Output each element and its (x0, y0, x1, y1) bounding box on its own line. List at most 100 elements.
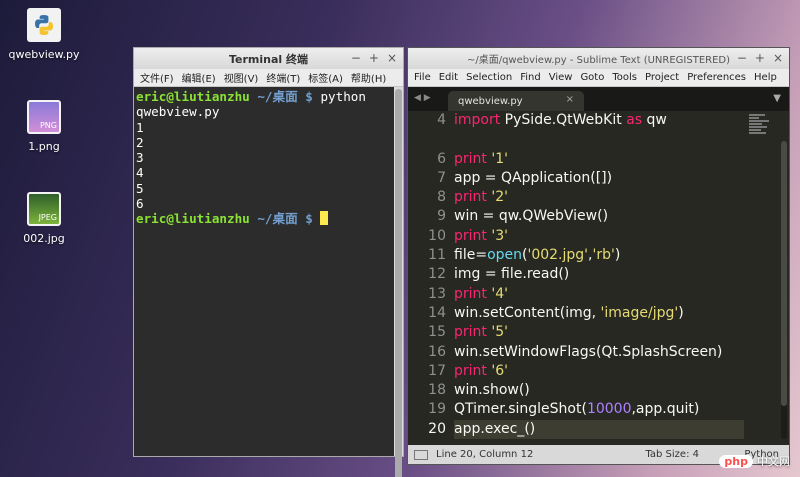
code-line: QTimer.singleShot(10000,app.quit) (454, 401, 700, 418)
desktop-icon-label: 002.jpg (23, 232, 65, 245)
code-line: win.setContent(img, 'image/jpg') (454, 304, 684, 321)
scrollbar-thumb[interactable] (781, 141, 787, 406)
terminal-line: eric@liutianzhu ~/桌面 $ python (136, 89, 366, 104)
desktop-icon-label: 1.png (28, 140, 60, 153)
desktop-icon-label: qwebview.py (8, 48, 80, 61)
line-number: 16 (428, 343, 446, 360)
line-number: 10 (428, 227, 446, 244)
menu-view[interactable]: 视图(V) (224, 70, 259, 85)
line-number-gutter: 4 6 7 8 9 10 11 12 13 14 15 16 17 18 19 … (408, 111, 448, 445)
terminal-line: 1 (136, 119, 144, 135)
terminal-scrollbar[interactable] (394, 87, 403, 477)
code-line: win = qw.QWebView() (454, 208, 609, 225)
desktop-icon-qwebview[interactable]: qwebview.py (0, 8, 89, 61)
tab-qwebview[interactable]: qwebview.py × (448, 91, 584, 111)
terminal-line: qwebview.py (136, 104, 220, 120)
watermark-text: 中文网 (757, 455, 790, 468)
code-line: print '6' (454, 362, 508, 379)
menu-selection[interactable]: Selection (466, 72, 512, 83)
code-line: img = file.read() (454, 266, 570, 283)
line-number: 14 (428, 304, 446, 321)
line-number: 17 (428, 362, 446, 379)
cursor-position: Line 20, Column 12 (436, 449, 534, 460)
minimize-button[interactable]: − (737, 51, 747, 65)
jpeg-image-icon: JPEG (27, 192, 61, 226)
terminal-line: 3 (136, 150, 144, 166)
tab-bar: ◀ ▶ qwebview.py × ▼ (408, 87, 789, 111)
line-number (408, 130, 448, 149)
code-line: print '1' (454, 150, 508, 167)
code-line: win.show() (454, 382, 530, 399)
menu-view[interactable]: View (549, 72, 573, 83)
menu-file[interactable]: File (414, 72, 431, 83)
line-number: 18 (428, 382, 446, 399)
terminal-window[interactable]: Terminal 终端 − + × 文件(F) 编辑(E) 视图(V) 终端(T… (133, 47, 404, 477)
minimap[interactable] (749, 113, 775, 143)
sublime-title: ~/桌面/qwebview.py - Sublime Text (UNREGIS… (466, 55, 731, 66)
line-number: 19 (428, 401, 446, 418)
terminal-line: eric@liutianzhu ~/桌面 $ (136, 211, 392, 226)
sublime-menubar: File Edit Selection Find View Goto Tools… (408, 69, 789, 87)
maximize-button[interactable]: + (369, 51, 379, 65)
terminal-line: 2 (136, 134, 144, 150)
line-number: 13 (428, 285, 446, 302)
watermark: php 中文网 (719, 453, 790, 469)
editor-area[interactable]: 4 6 7 8 9 10 11 12 13 14 15 16 17 18 19 … (408, 111, 789, 445)
menu-find[interactable]: Find (520, 72, 541, 83)
line-number: 8 (437, 189, 446, 206)
menu-project[interactable]: Project (645, 72, 679, 83)
sublime-window[interactable]: ~/桌面/qwebview.py - Sublime Text (UNREGIS… (407, 47, 790, 465)
tab-label: qwebview.py (458, 95, 523, 107)
code-line: print '4' (454, 285, 508, 302)
terminal-cursor (320, 211, 329, 226)
line-number: 9 (437, 208, 446, 225)
menu-terminal[interactable]: 终端(T) (266, 70, 300, 85)
desktop-icon-1png[interactable]: PNG 1.png (0, 100, 89, 153)
code-line: import PySide.QtWebKit as qw (454, 112, 667, 128)
terminal-titlebar[interactable]: Terminal 终端 − + × (134, 48, 403, 69)
tab-size-selector[interactable]: Tab Size: 4 (645, 449, 699, 460)
code-line: print '5' (454, 324, 508, 341)
line-number: 4 (437, 112, 446, 128)
line-number: 7 (437, 169, 446, 186)
menu-file[interactable]: 文件(F) (140, 70, 174, 85)
code-text[interactable]: import PySide.QtWebKit as qw print '1' a… (454, 111, 744, 445)
terminal-output[interactable]: eric@liutianzhu ~/桌面 $ python qwebview.p… (134, 87, 394, 456)
tab-dropdown-icon[interactable]: ▼ (773, 93, 781, 104)
menu-tabs[interactable]: 标签(A) (308, 70, 343, 85)
line-number: 6 (437, 150, 446, 167)
minimize-button[interactable]: − (351, 51, 361, 65)
png-image-icon: PNG (27, 100, 61, 134)
code-line: print '2' (454, 189, 508, 206)
code-line: print '3' (454, 227, 508, 244)
line-number: 12 (428, 266, 446, 283)
terminal-line: 4 (136, 165, 144, 181)
line-number: 15 (428, 324, 446, 341)
line-number-current: 20 (428, 420, 446, 437)
menu-goto[interactable]: Goto (580, 72, 604, 83)
code-line: app = QApplication([]) (454, 169, 613, 186)
scrollbar-thumb[interactable] (395, 89, 402, 477)
editor-scrollbar[interactable] (781, 141, 787, 439)
terminal-line: 5 (136, 180, 144, 196)
desktop-icon-002jpg[interactable]: JPEG 002.jpg (0, 192, 89, 245)
sublime-titlebar[interactable]: ~/桌面/qwebview.py - Sublime Text (UNREGIS… (408, 48, 789, 69)
menu-tools[interactable]: Tools (612, 72, 637, 83)
menu-edit[interactable]: 编辑(E) (182, 70, 216, 85)
maximize-button[interactable]: + (755, 51, 765, 65)
panel-toggle-icon[interactable] (414, 449, 428, 460)
tab-close-icon[interactable]: × (566, 94, 574, 105)
menu-help[interactable]: Help (754, 72, 777, 83)
terminal-menubar: 文件(F) 编辑(E) 视图(V) 终端(T) 标签(A) 帮助(H) (134, 69, 403, 87)
tab-nav-arrows-icon[interactable]: ◀ ▶ (414, 93, 431, 103)
menu-edit[interactable]: Edit (439, 72, 458, 83)
code-line: file=open('002.jpg','rb') (454, 247, 621, 264)
php-logo: php (719, 454, 753, 468)
close-button[interactable]: × (773, 51, 783, 65)
close-button[interactable]: × (387, 51, 397, 65)
menu-help[interactable]: 帮助(H) (351, 70, 386, 85)
line-number: 11 (428, 247, 446, 264)
menu-preferences[interactable]: Preferences (687, 72, 746, 83)
code-line: win.setWindowFlags(Qt.SplashScreen) (454, 343, 723, 360)
